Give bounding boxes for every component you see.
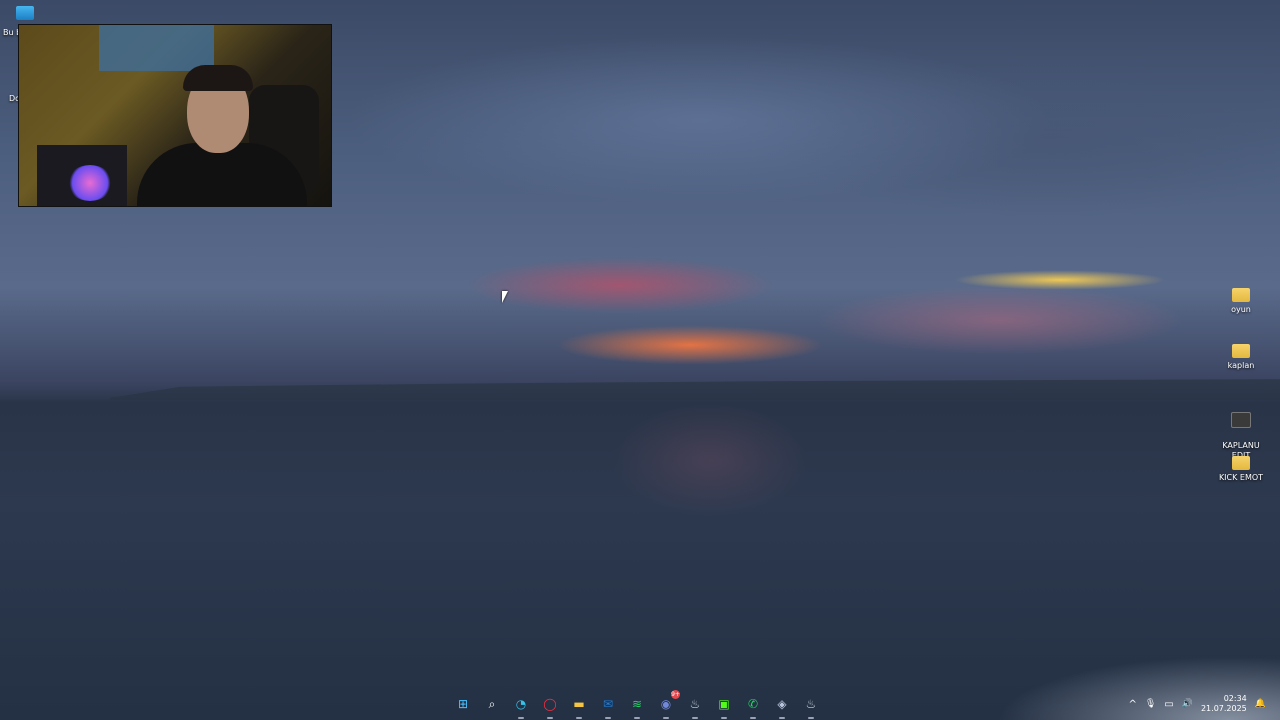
this-pc-desktop-icon[interactable] xyxy=(16,6,34,20)
folder-icon xyxy=(1232,456,1250,470)
taskbar-spotify-button[interactable]: ≋ xyxy=(627,694,647,719)
microphone-icon[interactable]: 🎙 xyxy=(1145,699,1156,709)
mouse-cursor-icon xyxy=(502,291,508,303)
webcam-shelf xyxy=(99,25,214,71)
desktop-icon-label: oyun xyxy=(1231,305,1251,314)
clock-date: 21.07.2025 xyxy=(1200,704,1247,713)
wallpaper-sea-reflection xyxy=(560,400,860,560)
taskbar-steam-2-button[interactable]: ♨ xyxy=(801,694,821,719)
running-indicator xyxy=(692,717,698,719)
tray-chevron-icon[interactable]: ^ xyxy=(1128,699,1136,710)
running-indicator xyxy=(663,717,669,719)
start-icon: ⊞ xyxy=(457,697,469,711)
steam-2-icon: ♨ xyxy=(805,697,817,711)
running-indicator xyxy=(518,717,524,719)
webcam-person-hair xyxy=(183,65,253,91)
steam-icon: ♨ xyxy=(689,697,701,711)
file-explorer-icon: ▬ xyxy=(573,697,585,711)
desktop-icon-kaplan[interactable]: kaplan xyxy=(1216,344,1266,371)
taskbar-apps: ⊞ ⌕ ◔ ◯ ▬ ✉ ≋ ◉ 9+ ♨ ▣ ✆ ◈ ♨ xyxy=(453,688,821,720)
taskbar-kick-button[interactable]: ▣ xyxy=(714,694,734,719)
webcam-rgb-fan xyxy=(67,165,113,201)
volume-icon[interactable]: 🔊 xyxy=(1182,699,1193,709)
notification-bell-icon[interactable]: 🔔 xyxy=(1255,699,1266,709)
monitor-icon xyxy=(16,6,34,20)
running-indicator xyxy=(808,717,814,719)
app-network-icon: ◈ xyxy=(777,697,787,711)
folder-icon xyxy=(1232,344,1250,358)
taskbar-app-network-button[interactable]: ◈ xyxy=(772,694,792,719)
opera-icon: ◯ xyxy=(543,697,557,711)
running-indicator xyxy=(750,717,756,719)
spotify-icon: ≋ xyxy=(631,697,643,711)
desktop-icon-label: KICK EMOT xyxy=(1218,473,1264,482)
edge-icon: ◔ xyxy=(515,697,527,711)
clock-time: 02:34 xyxy=(1223,694,1247,703)
taskbar-start-button[interactable]: ⊞ xyxy=(453,694,473,714)
running-indicator xyxy=(605,717,611,719)
desktop-icon-kick-emot[interactable]: KICK EMOT xyxy=(1216,456,1266,483)
taskbar-search-button[interactable]: ⌕ xyxy=(482,694,502,714)
whatsapp-icon: ✆ xyxy=(747,697,759,711)
desktop-icon-label: kaplan xyxy=(1227,361,1255,370)
webcam-overlay xyxy=(18,24,332,207)
search-icon: ⌕ xyxy=(488,696,496,711)
taskbar-whatsapp-button[interactable]: ✆ xyxy=(743,694,763,719)
system-tray: ^ 🎙 ▭ 🔊 02:34 21.07.2025 🔔 xyxy=(1128,688,1266,720)
taskbar-steam-button[interactable]: ♨ xyxy=(685,694,705,719)
running-indicator xyxy=(721,717,727,719)
running-indicator xyxy=(779,717,785,719)
clock[interactable]: 02:34 21.07.2025 xyxy=(1201,694,1247,714)
notification-badge: 9+ xyxy=(671,690,680,699)
discord-icon: ◉ xyxy=(660,697,672,711)
desktop-icon-oyun[interactable]: oyun xyxy=(1216,288,1266,315)
running-indicator xyxy=(547,717,553,719)
desktop-icon-kaplanu-edit[interactable]: KAPLANU EDIT xyxy=(1216,402,1266,461)
folder-icon xyxy=(1232,288,1250,302)
running-indicator xyxy=(576,717,582,719)
outlook-icon: ✉ xyxy=(602,697,614,711)
taskbar-edge-button[interactable]: ◔ xyxy=(511,694,531,719)
network-icon[interactable]: ▭ xyxy=(1164,699,1173,710)
taskbar: ⊞ ⌕ ◔ ◯ ▬ ✉ ≋ ◉ 9+ ♨ ▣ ✆ ◈ ♨ ^ 🎙 ▭ 🔊 02:34 21.07.2025… xyxy=(0,688,1280,720)
running-indicator xyxy=(634,717,640,719)
shortcut-icon xyxy=(1231,412,1251,428)
taskbar-discord-button[interactable]: ◉ 9+ xyxy=(656,690,680,719)
taskbar-opera-button[interactable]: ◯ xyxy=(540,694,560,719)
taskbar-file-explorer-button[interactable]: ▬ xyxy=(569,694,589,719)
kick-icon: ▣ xyxy=(718,697,730,711)
taskbar-outlook-button[interactable]: ✉ xyxy=(598,694,618,719)
